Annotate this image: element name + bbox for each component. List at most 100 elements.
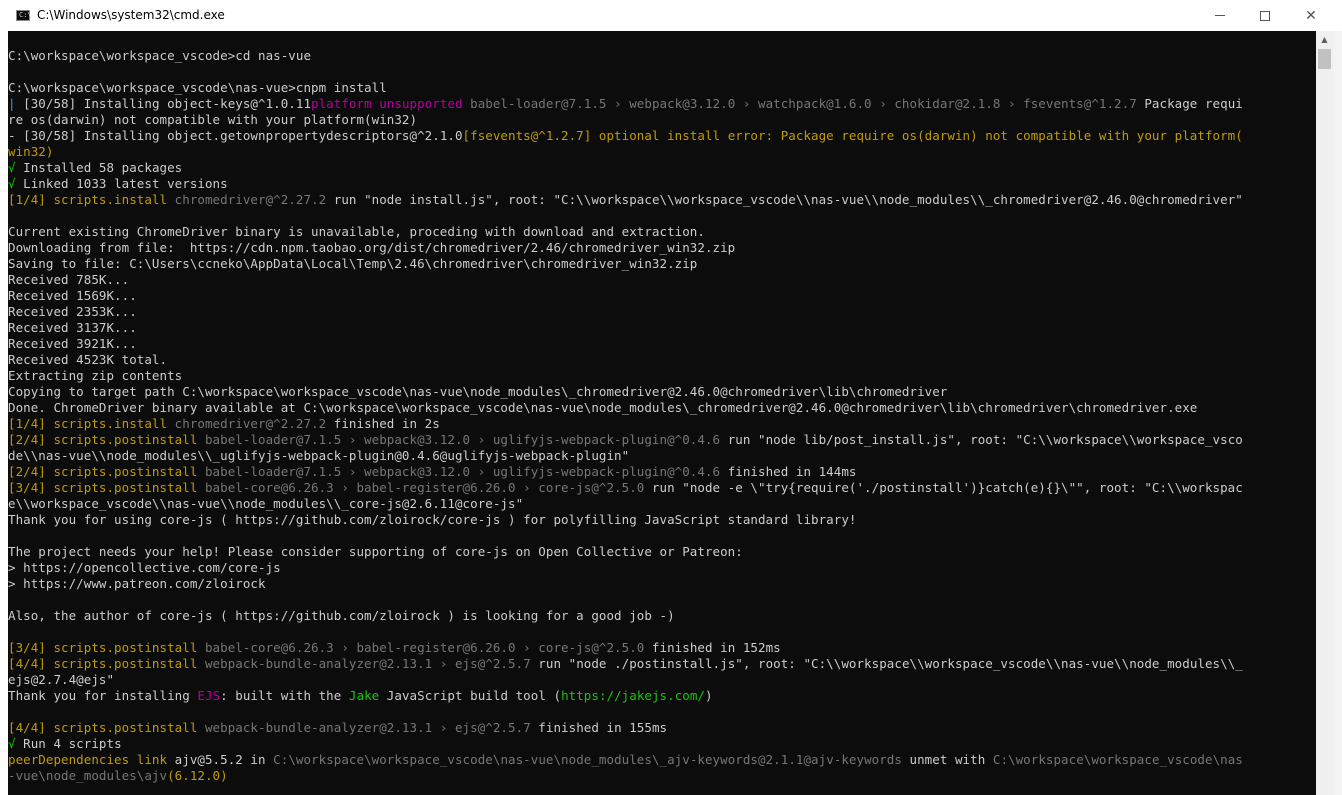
- console-text-segment: [3/4] scripts.postinstall: [8, 640, 205, 655]
- console-line: Received 4523K total.: [8, 352, 1243, 368]
- console-text-segment: finished in 144ms: [720, 464, 857, 479]
- console-text-segment: [4/4] scripts.postinstall: [8, 656, 205, 671]
- console-line: Copying to target path C:\workspace\work…: [8, 384, 1243, 400]
- console-text-segment: babel-loader@7.1.5 › webpack@3.12.0 › wa…: [470, 96, 1137, 111]
- console-text-segment: Thank you for using core-js ( https://gi…: [8, 512, 857, 527]
- console-line: Thank you for installing EJS: built with…: [8, 688, 1243, 704]
- console-text-segment: Thank you for installing: [8, 688, 198, 703]
- scrollbar-thumb[interactable]: [1318, 49, 1331, 69]
- console-line: [3/4] scripts.postinstall babel-core@6.2…: [8, 640, 1243, 656]
- console-line: Current existing ChromeDriver binary is …: [8, 224, 1243, 240]
- console-text-segment: chromedriver@^2.27.2: [174, 416, 327, 431]
- console-line: Also, the author of core-js ( https://gi…: [8, 608, 1243, 624]
- console-line: √ Installed 58 packages: [8, 160, 1243, 176]
- console-text-segment: Received 3921K...: [8, 336, 137, 351]
- console-line: de\\nas-vue\\node_modules\\_uglifyjs-web…: [8, 448, 1243, 464]
- console-line: [1/4] scripts.install chromedriver@^2.27…: [8, 416, 1243, 432]
- console-text-segment: Also, the author of core-js ( https://gi…: [8, 608, 675, 623]
- console-text-segment: The project needs your help! Please cons…: [8, 544, 743, 559]
- console-text-segment: ): [705, 688, 713, 703]
- console-text-segment: Installed 58 packages: [23, 160, 183, 175]
- console-line: Received 785K...: [8, 272, 1243, 288]
- console-text-segment: in: [242, 752, 274, 767]
- console-text-segment: Downloading from file: https://cdn.npm.t…: [8, 240, 736, 255]
- console-text-segment: Received 785K...: [8, 272, 130, 287]
- console-text-segment: Saving to file: C:\Users\ccneko\AppData\…: [8, 256, 698, 271]
- console-text-segment: unmet with: [901, 752, 993, 767]
- console-line: > https://opencollective.com/core-js: [8, 560, 1243, 576]
- console-line: [4/4] scripts.postinstall webpack-bundle…: [8, 656, 1243, 672]
- console-line: peerDependencies link ajv@5.5.2 in C:\wo…: [8, 752, 1243, 768]
- console-line: -vue\node_modules\ajv(6.12.0): [8, 768, 1243, 784]
- console-text-segment: Run 4 scripts: [23, 736, 122, 751]
- console-text-segment: ajv@5.5.2: [174, 752, 243, 767]
- console-lines: C:\workspace\workspace_vscode>cd nas-vue…: [8, 48, 1243, 784]
- console-text-segment: babel-loader@7.1.5 › webpack@3.12.0 › ug…: [204, 464, 721, 479]
- console-text-segment: Copying to target path C:\workspace\work…: [8, 384, 948, 399]
- title-bar[interactable]: C:\ C:\Windows\system32\cmd.exe ✕: [0, 0, 1342, 31]
- console-text-segment: C:\workspace\workspace_vscode\nas-vue>cn…: [8, 80, 387, 95]
- console-text-segment: √: [8, 160, 24, 175]
- minimize-icon: [1215, 15, 1225, 16]
- console-text-segment: Received 1569K...: [8, 288, 137, 303]
- window-left-border: [0, 31, 8, 795]
- console-output[interactable]: C:\workspace\workspace_vscode>cd nas-vue…: [8, 31, 1316, 795]
- console-text-segment: C:\workspace\workspace_vscode>cd nas-vue: [8, 48, 312, 63]
- console-text-segment: platform unsupported: [311, 96, 471, 111]
- console-text-segment: ejs@2.7.4@ejs": [8, 672, 115, 687]
- console-line: | [30/58] Installing object-keys@^1.0.11…: [8, 96, 1243, 112]
- console-text-segment: webpack-bundle-analyzer@2.13.1 › ejs@^2.…: [204, 656, 531, 671]
- console-line: ejs@2.7.4@ejs": [8, 672, 1243, 688]
- scroll-up-arrow-icon[interactable]: ▲: [1316, 31, 1333, 48]
- console-text-segment: finished in 155ms: [530, 720, 668, 735]
- console-line: Received 2353K...: [8, 304, 1243, 320]
- console-text-segment: run "node ./postinstall.js", root: "C:\\…: [530, 656, 1243, 671]
- close-icon: ✕: [1305, 7, 1317, 24]
- console-text-segment: [1/4] scripts.install: [8, 192, 175, 207]
- console-text-segment: webpack-bundle-analyzer@2.13.1 › ejs@^2.…: [204, 720, 531, 735]
- console-text-segment: Extracting zip contents: [8, 368, 183, 383]
- console-text-segment: babel-core@6.26.3 › babel-register@6.26.…: [204, 480, 645, 495]
- cmd-icon: C:\: [16, 10, 32, 21]
- console-line: [4/4] scripts.postinstall webpack-bundle…: [8, 720, 1243, 736]
- console-line: Done. ChromeDriver binary available at C…: [8, 400, 1243, 416]
- console-text-segment: [30/58] Installing object-keys@^1.0.11: [23, 96, 312, 111]
- console-text-segment: Done. ChromeDriver binary available at C…: [8, 400, 1198, 415]
- console-text-segment: -vue\node_modules\ajv: [8, 768, 168, 783]
- console-text-segment: [30/58] Installing object.getownproperty…: [23, 128, 463, 143]
- console-line: re os(darwin) not compatible with your p…: [8, 112, 1243, 128]
- console-text-segment: Package requi: [1136, 96, 1243, 111]
- vertical-scrollbar[interactable]: ▲: [1316, 31, 1333, 795]
- console-text-segment: peerDependencies link: [8, 752, 175, 767]
- console-line: > https://www.patreon.com/zloirock: [8, 576, 1243, 592]
- console-text-segment: e\\workspace_vscode\\nas-vue\\node_modul…: [8, 496, 524, 511]
- console-text-segment: win32): [8, 144, 54, 159]
- console-line: [3/4] scripts.postinstall babel-core@6.2…: [8, 480, 1243, 496]
- window-title: C:\Windows\system32\cmd.exe: [37, 8, 225, 22]
- close-button[interactable]: ✕: [1288, 0, 1334, 31]
- console-line: C:\workspace\workspace_vscode\nas-vue>cn…: [8, 80, 1243, 96]
- console-line: [2/4] scripts.postinstall babel-loader@7…: [8, 464, 1243, 480]
- console-text-segment: [2/4] scripts.postinstall: [8, 432, 205, 447]
- console-text-segment: Received 2353K...: [8, 304, 137, 319]
- console-text-segment: run "node lib/post_install.js", root: "C…: [720, 432, 1243, 447]
- console-text-segment: EJS: [197, 688, 221, 703]
- console-text-segment: [4/4] scripts.postinstall: [8, 720, 205, 735]
- console-line: Saving to file: C:\Users\ccneko\AppData\…: [8, 256, 1243, 272]
- console-text-segment: finished in 2s: [326, 416, 440, 431]
- console-text-segment: [fsevents@^1.2.7] optional install error…: [462, 128, 1243, 143]
- console-text-segment: : built with the: [220, 688, 349, 703]
- maximize-button[interactable]: [1242, 0, 1288, 31]
- minimize-button[interactable]: [1197, 0, 1243, 31]
- console-text-segment: run "node -e \"try{require('./postinstal…: [644, 480, 1243, 495]
- console-text-segment: C:\workspace\workspace_vscode\nas: [992, 752, 1243, 767]
- console-line: [2/4] scripts.postinstall babel-loader@7…: [8, 432, 1243, 448]
- console-line: √ Run 4 scripts: [8, 736, 1243, 752]
- console-text-segment: > https://opencollective.com/core-js: [8, 560, 281, 575]
- console-text-segment: de\\nas-vue\\node_modules\\_uglifyjs-web…: [8, 448, 630, 463]
- console-text-segment: babel-loader@7.1.5 › webpack@3.12.0 › ug…: [204, 432, 721, 447]
